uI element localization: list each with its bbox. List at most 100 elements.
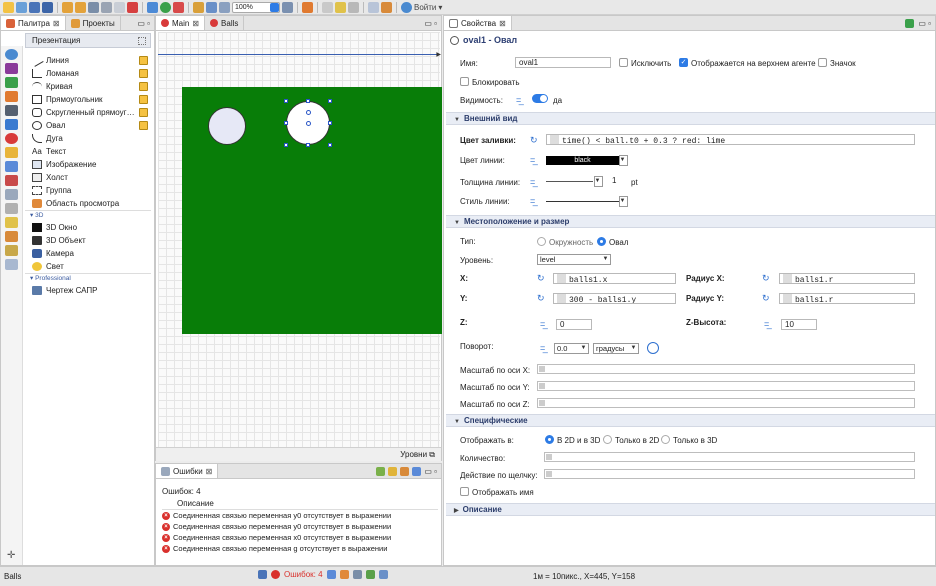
center-handle[interactable]: [306, 121, 311, 126]
section-position-size[interactable]: ▼ Местоположение и размер: [446, 215, 935, 228]
section-professional[interactable]: ▾ Professional: [25, 273, 151, 284]
exclude-checkbox[interactable]: [619, 58, 628, 67]
tab-palette[interactable]: Палитра ⊠: [1, 16, 66, 30]
pencil-icon[interactable]: [139, 55, 148, 65]
line-style-dropdown[interactable]: ▼: [619, 196, 628, 207]
section-appearance[interactable]: ▼ Внешний вид: [446, 112, 935, 125]
radius-y-input[interactable]: balls1.r: [779, 293, 915, 304]
static-value-icon[interactable]: =̲: [530, 156, 542, 166]
palette-item-arc[interactable]: Дуга: [32, 132, 150, 144]
category-rail-icon[interactable]: [5, 91, 18, 102]
category-agent-icon[interactable]: [5, 133, 18, 144]
dynamic-value-icon[interactable]: ↻: [537, 274, 549, 284]
slider-knob[interactable]: [539, 383, 545, 389]
error-row[interactable]: × Соединенная связью переменная x0 отсутс…: [162, 532, 438, 543]
type-circle-radio[interactable]: [537, 237, 546, 246]
levels-bar[interactable]: Уровни ⧉: [156, 447, 441, 461]
line-width-preview[interactable]: [546, 181, 593, 182]
new-icon[interactable]: [3, 1, 14, 13]
type-oval-radio[interactable]: [597, 237, 606, 246]
static-value-icon[interactable]: =̲: [540, 344, 552, 354]
paste-icon[interactable]: [114, 1, 125, 13]
slider-knob[interactable]: [546, 454, 552, 460]
show-name-checkbox[interactable]: [460, 487, 469, 496]
resize-handle[interactable]: [284, 143, 288, 147]
minimize-icon[interactable]: ▭ ▫: [424, 467, 437, 476]
console-icon[interactable]: [258, 570, 267, 579]
category-analysis-icon[interactable]: [5, 175, 18, 186]
category-fluid-icon[interactable]: [5, 119, 18, 130]
resize-handle[interactable]: [284, 121, 288, 125]
palette-item-3d-window[interactable]: 3D Окно: [32, 221, 150, 233]
fill-color-input[interactable]: time() < ball.t0 + 0.3 ? red: lime: [546, 134, 915, 145]
login-button[interactable]: Войти ▾: [401, 1, 442, 13]
palette-item-light[interactable]: Свет: [32, 260, 150, 272]
category-layout-icon[interactable]: [5, 245, 18, 256]
dynamic-value-icon[interactable]: ↻: [762, 274, 774, 284]
line-color-dropdown[interactable]: ▼: [619, 155, 628, 166]
slider-knob[interactable]: [539, 400, 545, 406]
layout-icon[interactable]: [326, 570, 336, 579]
resize-handle[interactable]: [306, 143, 310, 147]
copy-icon[interactable]: [101, 1, 112, 13]
section-description[interactable]: ▶ Описание: [446, 503, 935, 516]
line-color-swatch[interactable]: black: [546, 156, 619, 165]
zoom-out-icon[interactable]: [282, 1, 293, 13]
minimize-icon[interactable]: ▭ ▫: [918, 19, 931, 28]
radius-x-input[interactable]: balls1.r: [779, 273, 915, 284]
close-icon[interactable]: ⊠: [53, 19, 60, 28]
tab-properties[interactable]: Свойства ⊠: [444, 16, 512, 30]
grid-icon[interactable]: [322, 1, 333, 13]
show-2d-radio[interactable]: [603, 435, 612, 444]
x-input[interactable]: balls1.x: [553, 273, 676, 284]
tab-errors[interactable]: Ошибки ⊠: [156, 464, 219, 478]
z-input[interactable]: 0: [556, 319, 592, 330]
show-3d-radio[interactable]: [661, 435, 670, 444]
static-value-icon[interactable]: =̲: [764, 320, 776, 330]
rotate-handle[interactable]: [306, 110, 311, 115]
pencil-icon[interactable]: [139, 120, 148, 130]
pencil-icon[interactable]: [139, 81, 148, 91]
zoom-select[interactable]: 100%: [232, 1, 280, 13]
zoom-in-icon[interactable]: [219, 1, 230, 13]
palette-item-curve[interactable]: Кривая: [32, 80, 150, 92]
quantity-field[interactable]: [544, 452, 915, 462]
errors-column-header[interactable]: Описание: [162, 499, 438, 510]
palette-toggle-icon[interactable]: [339, 570, 349, 579]
palette-item-line[interactable]: Линия: [30, 53, 150, 67]
palette-item-cad[interactable]: Чертеж САПР: [32, 284, 150, 296]
oval-ball[interactable]: [208, 107, 246, 145]
section-3d[interactable]: ▾ 3D: [25, 210, 151, 221]
resize-handle[interactable]: [328, 121, 332, 125]
connect-icon[interactable]: [368, 1, 379, 13]
tab-balls[interactable]: Balls: [205, 16, 245, 30]
close-icon[interactable]: ⊠: [206, 467, 213, 476]
open-icon[interactable]: [16, 1, 27, 13]
category-extra-icon[interactable]: [5, 259, 18, 270]
delete-icon[interactable]: [127, 1, 138, 13]
category-controls-icon[interactable]: [5, 189, 18, 200]
error-row[interactable]: × Соединенная связью переменная y0 отсутс…: [162, 510, 438, 521]
filter-icon[interactable]: [376, 467, 386, 476]
resize-handle[interactable]: [306, 99, 310, 103]
static-value-icon[interactable]: =̲: [530, 178, 542, 188]
on-click-field[interactable]: [544, 469, 915, 479]
pencil-icon[interactable]: [139, 68, 148, 78]
save-all-icon[interactable]: [42, 1, 53, 13]
line-width-dropdown[interactable]: ▼: [594, 176, 603, 187]
scale-z-slider[interactable]: [537, 398, 915, 408]
tools-icon[interactable]: [381, 1, 392, 13]
category-pictures-icon[interactable]: [5, 217, 18, 228]
build-icon[interactable]: [147, 1, 158, 13]
editor-canvas[interactable]: ▶: [158, 32, 442, 448]
undo-icon[interactable]: [62, 1, 73, 13]
tab-projects[interactable]: Проекты: [66, 16, 121, 30]
error-icon[interactable]: [271, 570, 280, 579]
category-pedestrian-icon[interactable]: [5, 77, 18, 88]
snap-icon[interactable]: [335, 1, 346, 13]
pencil-icon[interactable]: [139, 107, 148, 117]
arrange-icon[interactable]: [348, 1, 359, 13]
dynamic-value-icon[interactable]: ↻: [537, 294, 549, 304]
palette-item-rectangle[interactable]: Прямоугольник: [32, 93, 150, 105]
palette-item-viewport[interactable]: Область просмотра: [32, 197, 150, 209]
